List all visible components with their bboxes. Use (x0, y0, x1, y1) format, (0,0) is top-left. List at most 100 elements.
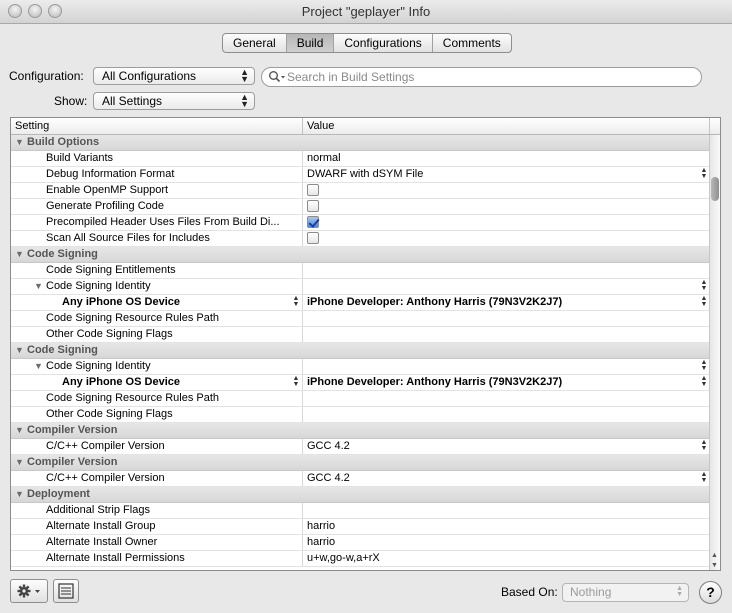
group-row[interactable]: ▼ Compiler Version (11, 423, 710, 439)
setting-cell: Code Signing Entitlements (11, 263, 303, 278)
group-row[interactable]: ▼ Code Signing (11, 343, 710, 359)
table-row[interactable]: C/C++ Compiler Version GCC 4.2 ▲ ▼ (11, 439, 710, 455)
table-row[interactable]: Enable OpenMP Support (11, 183, 710, 199)
disclosure-triangle-icon[interactable]: ▼ (34, 359, 46, 374)
column-header-value[interactable]: Value (303, 118, 710, 134)
table-row[interactable]: ▼ Code Signing Identity ▲ ▼ (11, 279, 710, 295)
value-cell[interactable] (303, 327, 710, 342)
search-field[interactable]: Search in Build Settings (261, 67, 702, 87)
table-row[interactable]: Precompiled Header Uses Files From Build… (11, 215, 710, 231)
info-window: Project "geplayer" Info General Build Co… (0, 0, 732, 613)
disclosure-triangle-icon[interactable]: ▼ (15, 343, 27, 358)
tab-general[interactable]: General (223, 34, 287, 52)
table-row[interactable]: Scan All Source Files for Includes (11, 231, 710, 247)
table-row[interactable]: Debug Information Format DWARF with dSYM … (11, 167, 710, 183)
setting-label: Debug Information Format (46, 168, 175, 180)
build-settings-table: Setting Value ▼ Build Options Build Varian… (10, 117, 721, 571)
tab-configurations[interactable]: Configurations (334, 34, 433, 52)
table-row[interactable]: Other Code Signing Flags (11, 407, 710, 423)
checkbox[interactable] (307, 200, 319, 212)
group-label: Compiler Version (27, 424, 118, 436)
value-cell[interactable] (303, 311, 710, 326)
table-row[interactable]: Alternate Install Group harrio (11, 519, 710, 535)
table-row[interactable]: ▼ Code Signing Identity ▲ ▼ (11, 359, 710, 375)
value-cell[interactable] (303, 231, 710, 246)
setting-label: Alternate Install Owner (46, 536, 158, 548)
popup-arrows-icon[interactable]: ▲ ▼ (700, 359, 708, 372)
group-row[interactable]: ▼ Deployment (11, 487, 710, 503)
value-cell[interactable] (303, 391, 710, 406)
table-row[interactable]: Alternate Install Owner harrio (11, 535, 710, 551)
setting-cell: Alternate Install Group (11, 519, 303, 534)
disclosure-triangle-icon[interactable]: ▼ (15, 135, 27, 150)
table-row[interactable]: Additional Strip Flags (11, 503, 710, 519)
value-cell[interactable] (303, 215, 710, 230)
table-row[interactable]: Other Code Signing Flags (11, 327, 710, 343)
disclosure-triangle-icon[interactable]: ▼ (15, 487, 27, 502)
value-cell[interactable] (303, 199, 710, 214)
table-row[interactable]: Any iPhone OS Device ▲ ▼ iPhone Developer: … (11, 375, 710, 391)
disclosure-triangle-icon[interactable]: ▼ (34, 279, 46, 294)
disclosure-triangle-icon[interactable]: ▼ (15, 455, 27, 470)
setting-cell: ▼ Code Signing Identity (11, 279, 303, 294)
disclosure-triangle-icon[interactable]: ▼ (15, 423, 27, 438)
checkbox[interactable] (307, 232, 319, 244)
table-row[interactable]: Code Signing Entitlements (11, 263, 710, 279)
show-popup[interactable]: All Settings ▲ ▼ (93, 92, 255, 110)
checkbox[interactable] (307, 184, 319, 196)
tab-comments[interactable]: Comments (433, 34, 511, 52)
value-cell[interactable]: ▲ ▼ (303, 279, 710, 294)
table-row[interactable]: C/C++ Compiler Version GCC 4.2 ▲ ▼ (11, 471, 710, 487)
popup-arrows-icon[interactable]: ▲ ▼ (700, 439, 708, 452)
vertical-scrollbar[interactable]: ▲ ▼ (709, 135, 720, 570)
value-cell[interactable]: DWARF with dSYM File ▲ ▼ (303, 167, 710, 182)
disclosure-triangle-icon[interactable]: ▼ (15, 247, 27, 262)
popup-arrows-icon[interactable]: ▲ ▼ (292, 295, 300, 308)
value-cell[interactable]: u+w,go-w,a+rX (303, 551, 710, 566)
configuration-popup[interactable]: All Configurations ▲ ▼ (93, 67, 255, 85)
value-cell[interactable]: normal (303, 151, 710, 166)
value-cell[interactable]: iPhone Developer: Anthony Harris (79N3V2… (303, 375, 710, 390)
layers-button[interactable] (53, 579, 79, 603)
popup-arrows-icon[interactable]: ▲ ▼ (292, 375, 300, 388)
scroll-down-arrow-icon[interactable]: ▼ (711, 562, 718, 569)
setting-value: GCC 4.2 (307, 440, 350, 452)
popup-arrows-icon[interactable]: ▲ ▼ (700, 279, 708, 292)
group-row[interactable]: ▼ Code Signing (11, 247, 710, 263)
setting-cell: Debug Information Format (11, 167, 303, 182)
table-row[interactable]: Code Signing Resource Rules Path (11, 311, 710, 327)
value-cell[interactable]: GCC 4.2 ▲ ▼ (303, 471, 710, 486)
table-row[interactable]: Generate Profiling Code (11, 199, 710, 215)
table-row[interactable]: Build Variants normal (11, 151, 710, 167)
popup-arrows-icon[interactable]: ▲ ▼ (700, 471, 708, 484)
popup-arrows-icon[interactable]: ▲ ▼ (700, 375, 708, 388)
value-cell[interactable]: harrio (303, 535, 710, 550)
popup-arrows-icon[interactable]: ▲ ▼ (700, 167, 708, 180)
value-cell[interactable]: GCC 4.2 ▲ ▼ (303, 439, 710, 454)
tab-build[interactable]: Build (286, 34, 335, 52)
value-cell[interactable] (303, 183, 710, 198)
help-button[interactable]: ? (699, 581, 722, 604)
value-cell[interactable]: ▲ ▼ (303, 359, 710, 374)
setting-cell: Code Signing Resource Rules Path (11, 391, 303, 406)
value-cell[interactable] (303, 407, 710, 422)
value-cell[interactable] (303, 263, 710, 278)
value-cell[interactable]: harrio (303, 519, 710, 534)
setting-cell: Other Code Signing Flags (11, 327, 303, 342)
column-header-setting[interactable]: Setting (11, 118, 303, 134)
configuration-value: All Configurations (102, 69, 197, 83)
setting-cell: ▼ Code Signing (11, 247, 710, 262)
group-row[interactable]: ▼ Build Options (11, 135, 710, 151)
table-row[interactable]: Code Signing Resource Rules Path (11, 391, 710, 407)
value-cell[interactable]: iPhone Developer: Anthony Harris (79N3V2… (303, 295, 710, 310)
table-row[interactable]: Alternate Install Permissions u+w,go-w,a+… (11, 551, 710, 567)
action-menu-button[interactable] (10, 579, 48, 603)
table-row[interactable]: Any iPhone OS Device ▲ ▼ iPhone Developer: … (11, 295, 710, 311)
value-cell[interactable] (303, 503, 710, 518)
scroll-up-arrow-icon[interactable]: ▲ (711, 552, 718, 559)
scrollbar-thumb[interactable] (711, 177, 719, 201)
based-on-popup[interactable]: Nothing ▲ ▼ (562, 583, 689, 602)
popup-arrows-icon[interactable]: ▲ ▼ (700, 295, 708, 308)
group-row[interactable]: ▼ Compiler Version (11, 455, 710, 471)
checkbox[interactable] (307, 216, 319, 228)
